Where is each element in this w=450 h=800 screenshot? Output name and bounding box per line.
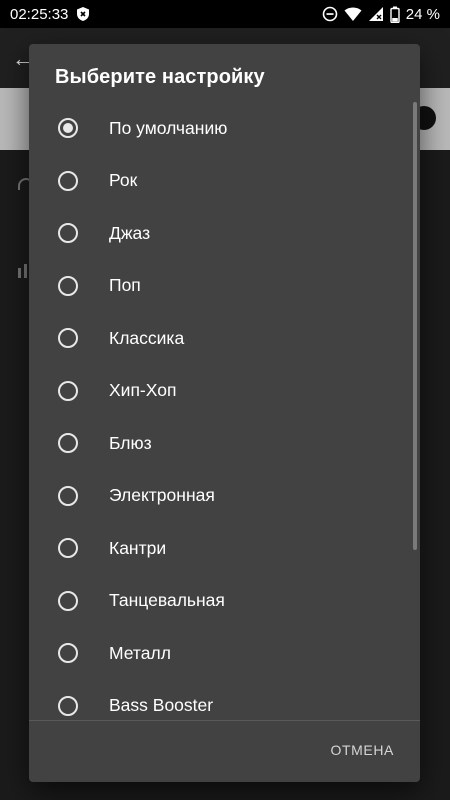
battery-level: 24 % — [405, 5, 440, 23]
option-label: Поп — [109, 275, 141, 296]
radio-unchecked-icon[interactable] — [58, 590, 78, 611]
option-label: Хип-Хоп — [109, 380, 177, 401]
radio-checked-icon[interactable] — [58, 118, 78, 139]
radio-unchecked-icon[interactable] — [58, 485, 78, 506]
status-bar: 02:25:33 24 % — [0, 0, 450, 28]
option-label: По умолчанию — [109, 117, 228, 138]
option-item[interactable]: По умолчанию — [29, 102, 420, 155]
radio-unchecked-icon[interactable] — [58, 380, 78, 401]
option-label: Танцевальная — [109, 590, 225, 611]
option-label: Блюз — [109, 432, 152, 453]
option-label: Кантри — [109, 537, 167, 558]
radio-unchecked-icon[interactable] — [58, 328, 78, 349]
option-label: Металл — [109, 642, 171, 663]
status-time: 02:25:33 — [10, 5, 69, 23]
option-item[interactable]: Рок — [29, 155, 420, 208]
wifi-icon — [344, 6, 362, 22]
radio-unchecked-icon[interactable] — [58, 643, 78, 664]
cancel-button[interactable]: ОТМЕНА — [331, 742, 395, 758]
radio-unchecked-icon[interactable] — [58, 170, 78, 191]
option-label: Классика — [109, 327, 185, 348]
radio-unchecked-icon[interactable] — [58, 538, 78, 559]
radio-unchecked-icon[interactable] — [58, 695, 78, 716]
dnd-icon — [322, 6, 338, 22]
options-list[interactable]: По умолчанию Рок Джаз Поп Классика Хип-Хоп Блю… — [29, 102, 420, 720]
dialog-title: Выберите настройку — [55, 66, 265, 88]
option-item[interactable]: Кантри — [29, 522, 420, 575]
option-item[interactable]: Блюз — [29, 417, 420, 470]
radio-unchecked-icon[interactable] — [58, 275, 78, 296]
option-item[interactable]: Поп — [29, 260, 420, 313]
option-item[interactable]: Электронная — [29, 470, 420, 523]
option-item[interactable]: Джаз — [29, 207, 420, 260]
divider — [29, 720, 420, 721]
scrollbar[interactable] — [413, 102, 417, 550]
option-item[interactable]: Классика — [29, 312, 420, 365]
option-label: Рок — [109, 170, 138, 191]
option-label: Джаз — [109, 222, 151, 243]
status-right: 24 % — [322, 6, 440, 23]
option-item[interactable]: Металл — [29, 627, 420, 680]
option-item[interactable]: Bass Booster — [29, 680, 420, 721]
option-label: Bass Booster — [109, 695, 214, 716]
option-label: Электронная — [109, 485, 215, 506]
battery-icon — [390, 6, 400, 23]
shield-icon — [76, 6, 90, 22]
preset-dialog: Выберите настройку По умолчанию Рок Джаз По… — [29, 44, 420, 782]
option-item[interactable]: Хип-Хоп — [29, 365, 420, 418]
radio-unchecked-icon[interactable] — [58, 433, 78, 454]
option-item[interactable]: Танцевальная — [29, 575, 420, 628]
radio-unchecked-icon[interactable] — [58, 223, 78, 244]
signal-icon — [368, 6, 384, 22]
status-left: 02:25:33 — [10, 6, 90, 23]
